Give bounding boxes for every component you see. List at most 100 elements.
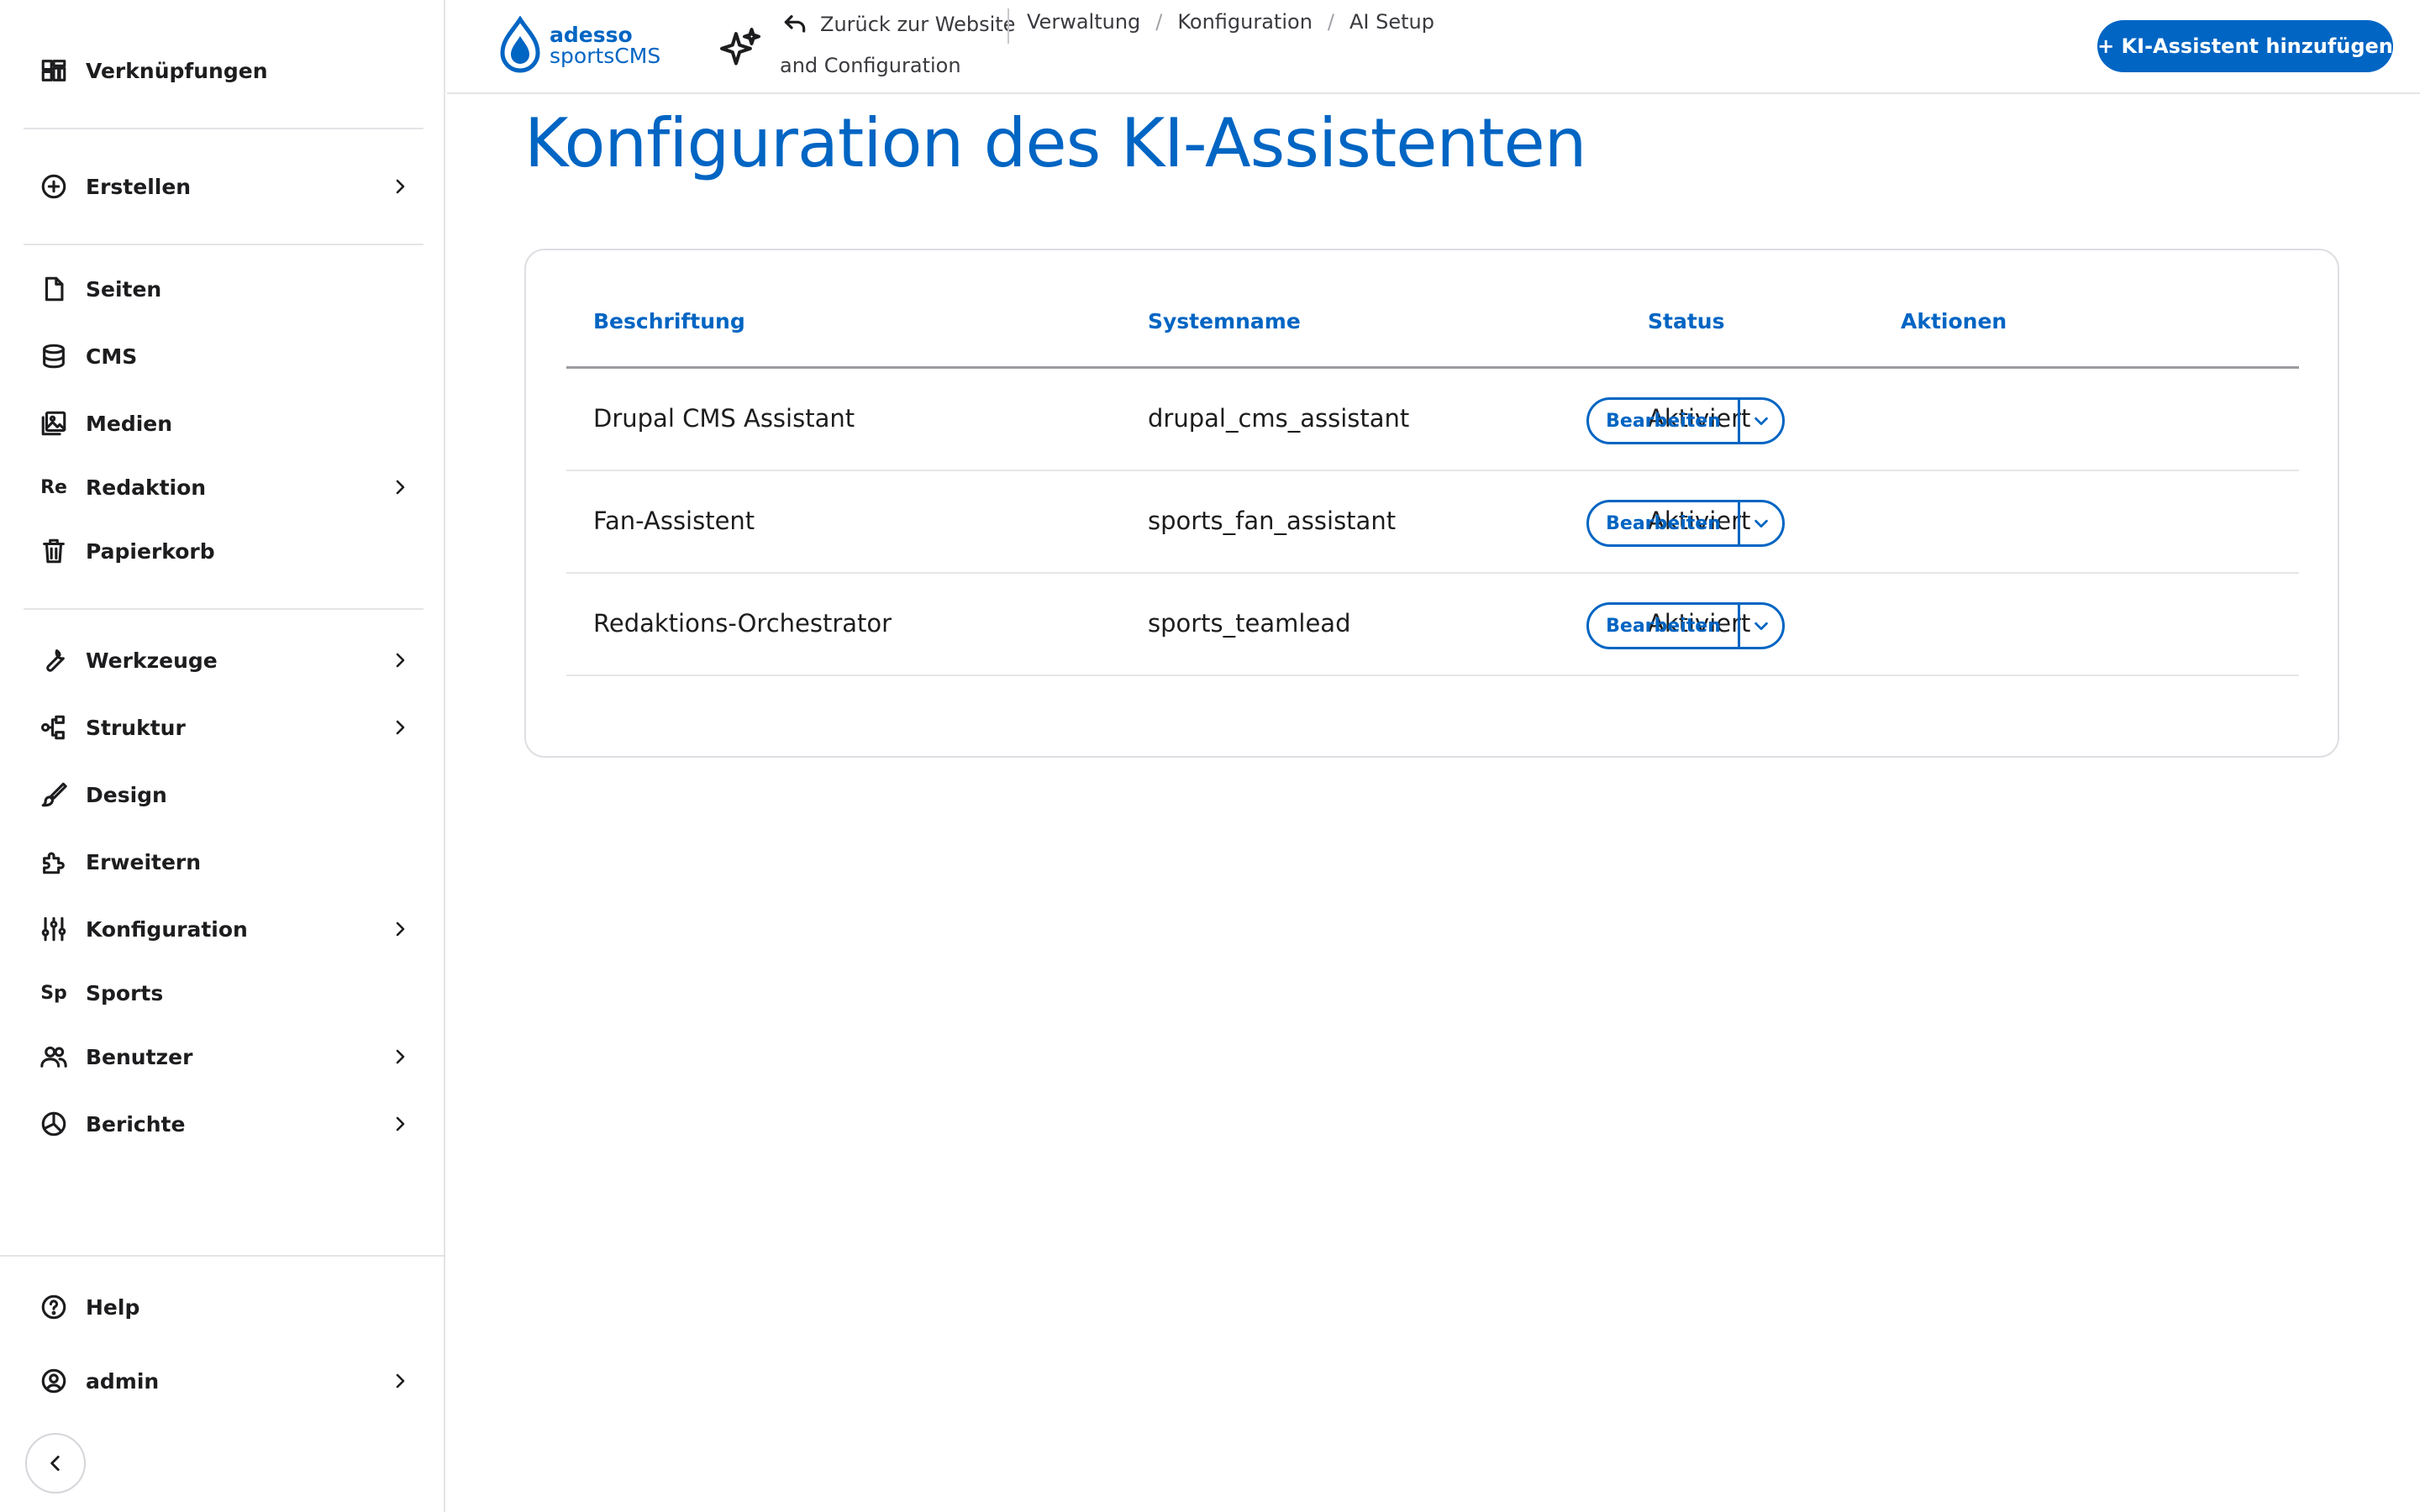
edit-button[interactable]: Bearbeiten: [1589, 605, 1740, 647]
sidebar-item-label: admin: [86, 1368, 160, 1394]
column-header-status[interactable]: Status: [1648, 309, 1724, 333]
more-actions-toggle[interactable]: [1740, 605, 1782, 647]
row-actions-dropbutton: Bearbeiten: [1586, 602, 1785, 649]
sidebar-item-extend[interactable]: Erweitern: [37, 837, 415, 887]
sidebar-item-label: Erstellen: [86, 174, 192, 199]
sidebar: Verknüpfungen Erstellen Seiten CMS Medie…: [0, 0, 445, 1512]
sidebar-item-label: Papierkorb: [86, 538, 215, 564]
sidebar-item-configuration[interactable]: Konfiguration: [37, 904, 415, 954]
sidebar-item-admin[interactable]: admin: [37, 1356, 415, 1406]
sidebar-item-design[interactable]: Design: [37, 769, 415, 820]
breadcrumb-separator: /: [1327, 10, 1334, 34]
breadcrumb: Verwaltung / Konfiguration / AI Setup: [1027, 10, 1434, 34]
sidebar-item-sports[interactable]: Sp Sports: [37, 968, 415, 1018]
sidebar-item-label: Seiten: [86, 276, 162, 302]
page-icon: [37, 272, 71, 306]
sidebar-item-tools[interactable]: Werkzeuge: [37, 635, 415, 685]
chevron-right-icon: [385, 472, 415, 502]
column-header-machine-name[interactable]: Systemname: [1148, 309, 1301, 333]
breadcrumb-item-verwaltung[interactable]: Verwaltung: [1027, 10, 1140, 34]
sidebar-item-label: Werkzeuge: [86, 648, 218, 673]
chevron-right-icon: [385, 645, 415, 675]
sidebar-item-reports[interactable]: Berichte: [37, 1099, 415, 1149]
return-arrow-icon: [784, 15, 806, 33]
top-header: adesso sportsCMS Zurück zur Website Verw…: [447, 0, 2420, 94]
user-circle-icon: [37, 1364, 71, 1398]
sidebar-item-label: Erweitern: [86, 849, 202, 874]
logo-text-line2: sportsCMS: [550, 44, 661, 68]
chevron-right-icon: [385, 1109, 415, 1139]
site-logo[interactable]: adesso sportsCMS: [497, 15, 674, 76]
collapse-sidebar-button[interactable]: [25, 1433, 86, 1494]
edit-button[interactable]: Bearbeiten: [1589, 400, 1740, 442]
chevron-right-icon: [385, 1366, 415, 1396]
breadcrumb-item-konfiguration[interactable]: Konfiguration: [1177, 10, 1313, 34]
structure-icon: [37, 711, 71, 744]
ai-sparkle-icon[interactable]: [718, 25, 763, 71]
sidebar-item-help[interactable]: Help: [37, 1282, 415, 1332]
sidebar-item-label: Sports: [86, 980, 164, 1005]
sidebar-item-structure[interactable]: Struktur: [37, 702, 415, 753]
sports-abbr: Sp: [40, 982, 67, 1004]
sidebar-item-label: Struktur: [86, 715, 186, 740]
cell-label: Drupal CMS Assistant: [593, 404, 855, 433]
edit-button[interactable]: Bearbeiten: [1589, 502, 1740, 544]
chevron-down-icon: [1754, 417, 1768, 426]
breadcrumb-separator: /: [1155, 10, 1163, 34]
chevron-right-icon: [385, 1042, 415, 1072]
sidebar-item-media[interactable]: Medien: [37, 398, 415, 449]
trash-icon: [37, 534, 71, 568]
chevron-down-icon: [1754, 622, 1768, 631]
media-icon: [37, 407, 71, 440]
sidebar-item-create[interactable]: Erstellen: [37, 161, 415, 212]
sidebar-item-label: Benutzer: [86, 1044, 193, 1069]
users-icon: [37, 1040, 71, 1074]
header-separator: [1007, 8, 1009, 44]
sidebar-item-shortcuts[interactable]: Verknüpfungen: [37, 45, 415, 96]
sidebar-item-pages[interactable]: Seiten: [37, 264, 415, 314]
sidebar-item-label: Design: [86, 782, 167, 807]
chevron-left-icon: [50, 1456, 60, 1471]
sidebar-divider: [0, 1255, 445, 1257]
cell-machine-name: sports_fan_assistant: [1148, 507, 1397, 535]
sidebar-divider: [24, 128, 424, 129]
sidebar-divider: [24, 244, 424, 245]
logo-text-line1: adesso: [550, 23, 633, 47]
breadcrumb-item-ai-setup[interactable]: AI Setup: [1349, 10, 1434, 34]
chevron-down-icon: [1754, 519, 1768, 528]
sidebar-item-trash[interactable]: Papierkorb: [37, 526, 415, 576]
breadcrumb-item-ai-setup-continued[interactable]: and Configuration: [780, 54, 961, 77]
row-actions-dropbutton: Bearbeiten: [1586, 500, 1785, 547]
chevron-right-icon: [385, 914, 415, 944]
sidebar-item-label: Help: [86, 1294, 140, 1320]
more-actions-toggle[interactable]: [1740, 502, 1782, 544]
sidebar-item-label: CMS: [86, 344, 138, 369]
column-header-label[interactable]: Beschriftung: [593, 309, 745, 333]
sidebar-item-cms[interactable]: CMS: [37, 331, 415, 381]
drop-logo-icon: [500, 16, 540, 73]
table-row: Fan-Assistent sports_fan_assistant Aktiv…: [566, 471, 2299, 574]
cell-label: Fan-Assistent: [593, 507, 755, 535]
back-to-website-link[interactable]: Zurück zur Website: [781, 8, 1015, 40]
database-icon: [37, 339, 71, 373]
more-actions-toggle[interactable]: [1740, 400, 1782, 442]
table-row: Drupal CMS Assistant drupal_cms_assistan…: [566, 369, 2299, 471]
pie-chart-icon: [37, 1107, 71, 1141]
sidebar-item-label: Verknüpfungen: [86, 58, 268, 83]
brush-icon: [37, 778, 71, 811]
sidebar-divider: [24, 608, 424, 610]
help-icon: [37, 1290, 71, 1324]
puzzle-icon: [37, 845, 71, 879]
cell-label: Redaktions-Orchestrator: [593, 609, 892, 638]
add-ai-assistant-button[interactable]: + KI-Assistent hinzufügen: [2097, 20, 2393, 72]
sidebar-item-users[interactable]: Benutzer: [37, 1032, 415, 1082]
sliders-icon: [37, 912, 71, 946]
shortcuts-grid-icon: [37, 54, 71, 87]
sidebar-item-label: Berichte: [86, 1111, 186, 1137]
chevron-right-icon: [385, 171, 415, 202]
redaktion-abbr: Re: [40, 476, 67, 498]
sidebar-item-redaktion[interactable]: Re Redaktion: [37, 462, 415, 512]
assistants-table-card: Beschriftung Systemname Status Aktionen …: [524, 249, 2339, 758]
wrench-icon: [37, 643, 71, 677]
cell-machine-name: drupal_cms_assistant: [1148, 404, 1410, 433]
